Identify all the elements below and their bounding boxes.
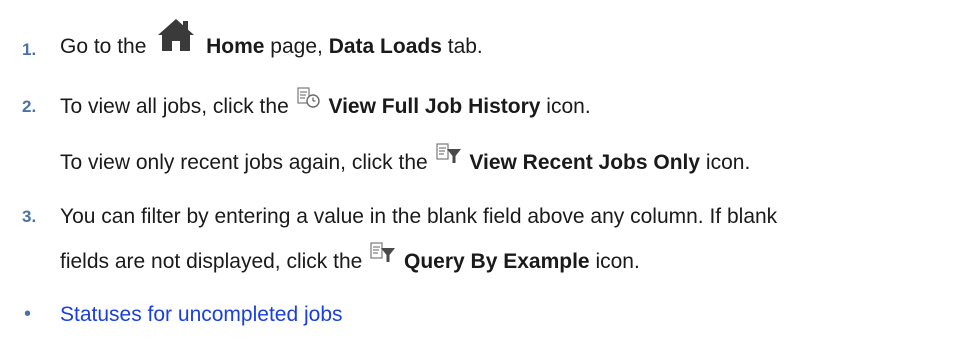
step-number: 3. xyxy=(22,207,37,226)
step-text: Go to the Home page, Data Loads tab. xyxy=(60,19,483,60)
step-note-text: To view only recent jobs again, click th… xyxy=(60,143,750,175)
view-recent-jobs-only-icon xyxy=(435,143,462,171)
view-full-job-history-icon xyxy=(297,87,321,115)
bullet: • xyxy=(24,303,32,325)
statuses-link[interactable]: Statuses for uncompleted jobs xyxy=(60,302,343,327)
step-text-line-2: fields are not displayed, click the Quer… xyxy=(60,242,640,274)
step-number: 2. xyxy=(22,97,37,116)
home-icon xyxy=(156,17,196,59)
step-text-line-1: You can filter by entering a value in th… xyxy=(60,205,778,228)
instructions-document: 1. Go to the Home page, Data Loads tab. … xyxy=(0,0,979,345)
step-number: 1. xyxy=(22,40,37,59)
query-by-example-icon xyxy=(370,242,396,270)
step-text: To view all jobs, click the View Full Jo… xyxy=(60,87,591,119)
